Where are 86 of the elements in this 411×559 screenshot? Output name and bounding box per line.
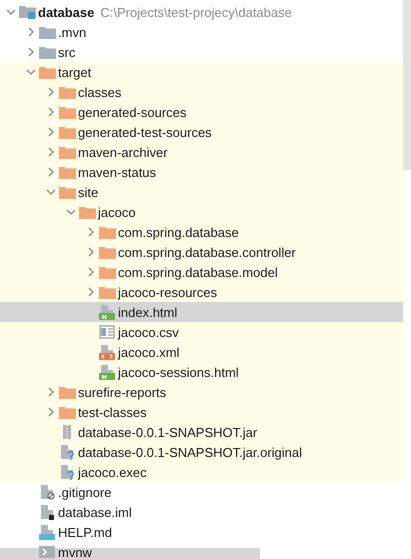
tree-row[interactable]: jacoco (0, 202, 403, 222)
folder-icon (59, 166, 76, 178)
folder-name: generated-test-sources (78, 124, 212, 140)
module-file-icon (39, 504, 55, 520)
tree-row[interactable]: database-0.0.1-SNAPSHOT.jar.original (0, 442, 403, 462)
folder-name: maven-status (78, 164, 156, 180)
module-folder-icon (19, 5, 36, 19)
tree-row[interactable]: com.spring.database.model (0, 262, 403, 282)
folder-name: generated-sources (78, 104, 186, 120)
folder-name: com.spring.database.controller (118, 244, 296, 260)
tree-row[interactable]: generated-sources (0, 102, 403, 122)
file-name: .gitignore (58, 484, 112, 500)
tree-row[interactable]: mvnw (0, 542, 403, 559)
tree-row[interactable]: com.spring.database.controller (0, 242, 403, 262)
folder-icon (39, 46, 56, 58)
tree-row[interactable]: jacoco.csv (0, 322, 403, 342)
folder-icon (59, 186, 76, 198)
file-name: index.html (118, 304, 178, 320)
tree-row[interactable]: index.html (0, 302, 403, 322)
file-name: jacoco.xml (118, 344, 180, 360)
folder-icon (59, 406, 76, 418)
folder-icon (59, 86, 76, 98)
html-file-icon (99, 364, 115, 380)
tree-row[interactable]: test-classes (0, 402, 403, 422)
tree-row[interactable]: jacoco.exec (0, 462, 403, 482)
folder-icon (59, 146, 76, 158)
folder-icon (79, 206, 96, 218)
scrollbar-thumb[interactable] (0, 548, 260, 559)
tree-row[interactable]: .gitignore (0, 482, 403, 502)
folder-name: database (38, 4, 94, 20)
folder-icon (39, 26, 56, 38)
markdown-file-icon (39, 524, 55, 540)
tree-row[interactable]: site (0, 182, 403, 202)
file-name: database-0.0.1-SNAPSHOT.jar (78, 424, 258, 440)
folder-name: jacoco (98, 204, 136, 220)
tree-row[interactable]: maven-archiver (0, 142, 403, 162)
file-name: jacoco.csv (118, 324, 179, 340)
tree-row[interactable]: HELP.md (0, 522, 403, 542)
folder-icon (99, 226, 116, 238)
folder-icon (99, 266, 116, 278)
folder-icon (59, 106, 76, 118)
tree-row[interactable]: target (0, 62, 403, 82)
file-name: jacoco.exec (78, 464, 147, 480)
tree-row[interactable]: classes (0, 82, 403, 102)
folder-icon (99, 286, 116, 298)
file-name: database-0.0.1-SNAPSHOT.jar.original (78, 444, 302, 460)
folder-icon (39, 66, 56, 78)
project-path: C:\Projects\test-projecy\database (100, 4, 292, 20)
table-file-icon (99, 324, 115, 340)
file-name: database.iml (58, 504, 132, 520)
folder-name: jacoco-resources (118, 284, 217, 300)
folder-icon (99, 246, 116, 258)
tree-row[interactable]: surefire-reports (0, 382, 403, 402)
folder-name: .mvn (58, 24, 86, 40)
tree-row[interactable]: .mvn (0, 22, 403, 42)
file-name: mvnw (58, 544, 92, 559)
file-name: HELP.md (58, 524, 112, 540)
unknown-file-icon (59, 444, 75, 460)
tree-row[interactable]: jacoco.xml (0, 342, 403, 362)
folder-name: test-classes (78, 404, 147, 420)
folder-name: classes (78, 84, 122, 100)
unknown-file-icon (59, 464, 75, 480)
folder-name: target (58, 64, 92, 80)
html-file-icon (99, 304, 115, 320)
tree-row[interactable]: com.spring.database (0, 222, 403, 242)
file-name: jacoco-sessions.html (118, 364, 239, 380)
tree-row[interactable]: src (0, 42, 403, 62)
tree-row[interactable]: maven-status (0, 162, 403, 182)
folder-name: com.spring.database (118, 224, 239, 240)
folder-name: site (78, 184, 98, 200)
tree-row[interactable]: generated-test-sources (0, 122, 403, 142)
tree-row[interactable]: database.iml (0, 502, 403, 522)
tree-row[interactable]: jacoco-sessions.html (0, 362, 403, 382)
folder-name: surefire-reports (78, 384, 166, 400)
scrollbar-thumb[interactable] (403, 0, 411, 170)
folder-name: com.spring.database.model (118, 264, 278, 280)
ignored-file-icon (39, 484, 55, 500)
folder-name: maven-archiver (78, 144, 168, 160)
xml-file-icon (99, 344, 115, 360)
folder-icon (59, 126, 76, 138)
folder-name: src (58, 44, 76, 60)
terminal-file-icon (39, 545, 55, 559)
tree-row[interactable]: jacoco-resources (0, 282, 403, 302)
tree-row[interactable]: database C:\Projects\test-projecy\database (0, 2, 403, 22)
folder-icon (59, 386, 76, 398)
tree-row[interactable]: database-0.0.1-SNAPSHOT.jar (0, 422, 403, 442)
